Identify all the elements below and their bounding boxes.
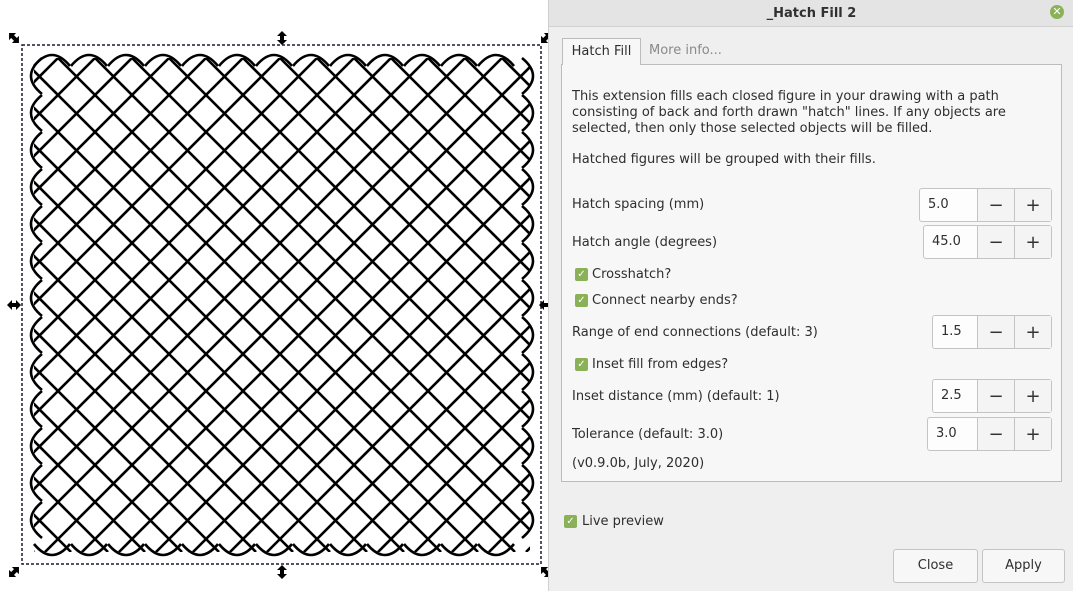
close-icon[interactable]: ✕: [1050, 5, 1064, 19]
hatch-angle-label: Hatch angle (degrees): [572, 235, 718, 250]
tab-more-info[interactable]: More info...: [641, 38, 731, 64]
resize-handle-left[interactable]: [7, 300, 21, 310]
drawing-canvas[interactable]: [0, 0, 548, 591]
hatch-line: [34, 58, 429, 454]
dialog-titlebar[interactable]: _Hatch Fill 2 ✕: [549, 0, 1073, 27]
plus-icon[interactable]: +: [1014, 226, 1051, 258]
crosshatch-label: Crosshatch?: [592, 267, 672, 282]
plus-icon[interactable]: +: [1014, 418, 1051, 450]
check-icon[interactable]: ✓: [575, 294, 588, 307]
hatch-line: [340, 361, 530, 552]
edge-loop: [521, 204, 535, 244]
edge-loop: [521, 315, 535, 355]
resize-handle-top-left[interactable]: [6, 30, 23, 47]
edge-loop: [521, 389, 535, 429]
dialog-title: _Hatch Fill 2: [766, 6, 857, 21]
minus-icon[interactable]: −: [977, 380, 1014, 412]
grouping-note: Hatched figures will be grouped with the…: [572, 152, 876, 167]
tolerance-stepper[interactable]: 3.0 − +: [927, 417, 1052, 451]
edge-loop: [521, 352, 535, 392]
hatch-spacing-input[interactable]: 5.0: [920, 189, 977, 221]
edge-loop: [521, 93, 535, 133]
hatch-line: [94, 58, 530, 495]
edge-loop: [521, 56, 535, 96]
tolerance-label: Tolerance (default: 3.0): [572, 427, 724, 442]
hatch-angle-input[interactable]: 45.0: [924, 226, 977, 258]
tolerance-input[interactable]: 3.0: [928, 418, 977, 450]
connect-ends-label: Connect nearby ends?: [592, 293, 738, 308]
close-button[interactable]: Close: [893, 549, 978, 583]
hatch-artwork: [6, 30, 548, 581]
check-icon[interactable]: ✓: [575, 358, 588, 371]
plus-icon[interactable]: +: [1014, 189, 1051, 221]
minus-icon[interactable]: −: [977, 418, 1014, 450]
hatch-fill-panel: This extension fills each closed figure …: [561, 64, 1062, 482]
plus-icon[interactable]: +: [1014, 316, 1051, 348]
edge-loop: [521, 463, 535, 503]
minus-icon[interactable]: −: [977, 316, 1014, 348]
edge-loop: [521, 241, 535, 281]
hatch-spacing-label: Hatch spacing (mm): [572, 197, 705, 212]
hatch-angle-stepper[interactable]: 45.0 − +: [923, 225, 1052, 259]
tab-hatch-fill[interactable]: Hatch Fill: [562, 38, 641, 65]
end-range-label: Range of end connections (default: 3): [572, 325, 818, 340]
inset-fill-label: Inset fill from edges?: [592, 357, 729, 372]
edge-loop: [521, 130, 535, 170]
inset-distance-stepper[interactable]: 2.5 − +: [932, 379, 1052, 413]
connect-ends-checkbox[interactable]: ✓ Connect nearby ends?: [575, 293, 738, 308]
live-preview-label: Live preview: [582, 514, 664, 529]
end-range-stepper[interactable]: 1.5 − +: [932, 315, 1052, 349]
version-text: (v0.9.0b, July, 2020): [572, 456, 705, 471]
inset-distance-input[interactable]: 2.5: [933, 380, 977, 412]
description-text: This extension fills each closed figure …: [572, 89, 1006, 136]
check-icon[interactable]: ✓: [564, 515, 577, 528]
hatch-line: [266, 287, 530, 552]
inset-fill-checkbox[interactable]: ✓ Inset fill from edges?: [575, 357, 728, 372]
plus-icon[interactable]: +: [1014, 380, 1051, 412]
edge-loop: [521, 278, 535, 318]
hatch-spacing-stepper[interactable]: 5.0 − +: [919, 188, 1052, 222]
resize-handle-top-right[interactable]: [538, 30, 548, 47]
resize-handle-bottom-left[interactable]: [6, 564, 23, 581]
resize-handle-top[interactable]: [277, 31, 287, 45]
resize-handle-bottom-right[interactable]: [538, 564, 548, 581]
apply-button[interactable]: Apply: [982, 549, 1065, 583]
check-icon[interactable]: ✓: [575, 268, 588, 281]
edge-loop: [521, 500, 535, 540]
crosshatch-checkbox[interactable]: ✓ Crosshatch?: [575, 267, 671, 282]
hatch-fill-dialog: _Hatch Fill 2 ✕ Hatch Fill More info... …: [548, 0, 1073, 591]
hatch-line: [192, 213, 530, 552]
inset-distance-label: Inset distance (mm) (default: 1): [572, 389, 780, 404]
hatch-line: [34, 58, 355, 380]
hatch-lines: [34, 58, 530, 552]
live-preview-checkbox[interactable]: ✓ Live preview: [564, 514, 664, 529]
edge-loop: [521, 167, 535, 207]
end-range-input[interactable]: 1.5: [933, 316, 977, 348]
edge-loop: [521, 426, 535, 466]
resize-handle-bottom[interactable]: [277, 565, 287, 579]
minus-icon[interactable]: −: [977, 226, 1014, 258]
minus-icon[interactable]: −: [977, 189, 1014, 221]
selection-box: [21, 44, 542, 565]
